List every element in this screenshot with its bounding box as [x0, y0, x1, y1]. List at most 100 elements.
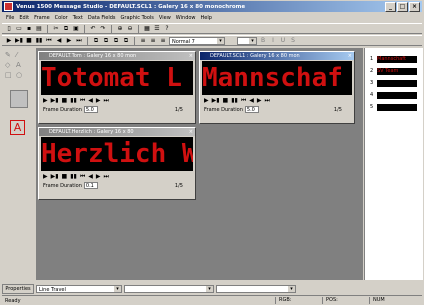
save-icon[interactable]: ▪ — [25, 25, 33, 33]
window-close-icon[interactable]: × — [189, 128, 193, 136]
play-frame-icon[interactable]: ▶▮ — [51, 173, 59, 180]
first-frame-icon[interactable]: ⏮ — [45, 37, 53, 45]
list-icon[interactable]: ☰ — [153, 25, 161, 33]
eraser-icon[interactable]: ◇ — [5, 61, 10, 69]
frame-delete-icon[interactable]: ⧉ — [112, 37, 120, 45]
menu-color[interactable]: Color — [55, 15, 68, 21]
copy-icon[interactable]: ⧉ — [62, 25, 70, 33]
menu-edit[interactable]: Edit — [19, 15, 29, 21]
redo-icon[interactable]: ↷ — [99, 25, 107, 33]
last-frame-icon[interactable]: ⏭ — [103, 97, 108, 105]
pause-icon[interactable]: ▮▮ — [35, 37, 43, 45]
menu-window[interactable]: Window — [176, 15, 196, 21]
align-right-icon[interactable]: ≡ — [159, 37, 167, 45]
strikethrough-icon[interactable]: S — [289, 37, 297, 45]
undo-icon[interactable]: ↶ — [89, 25, 97, 33]
font-tool-icon[interactable]: A — [10, 120, 25, 135]
play-icon[interactable]: ▶ — [43, 173, 48, 180]
play-icon[interactable]: ▶ — [43, 97, 48, 104]
text-tool-icon[interactable]: A — [16, 61, 21, 69]
led-display[interactable]: Herzlich W — [41, 137, 193, 171]
prev-frame-icon[interactable]: ◀ — [55, 37, 63, 45]
frame-thumbnail[interactable]: 2 SV Team — [370, 67, 418, 75]
play-frame-icon[interactable]: ▶▮ — [51, 97, 59, 104]
led-display[interactable]: Totomat L — [41, 61, 193, 95]
play-icon[interactable]: ▶ — [204, 97, 209, 104]
message-window-herzlich[interactable]: DEFAULT.Herzlich : Galery 16 x 80 × Herz… — [38, 127, 196, 200]
next-frame-icon[interactable]: ▶ — [65, 37, 73, 45]
chevron-down-icon[interactable]: ▾ — [288, 286, 295, 292]
open-folder-icon[interactable]: ▭ — [15, 25, 23, 33]
chevron-down-icon[interactable]: ▾ — [249, 37, 256, 44]
next-frame-icon[interactable]: ▶ — [96, 173, 101, 180]
transition-speed-select[interactable]: ▾ — [216, 285, 296, 293]
italic-icon[interactable]: I — [269, 37, 277, 45]
paste-icon[interactable]: ▣ — [72, 25, 80, 33]
properties-button[interactable]: Properties — [2, 284, 34, 294]
last-frame-icon[interactable]: ⏭ — [103, 173, 108, 181]
font-select[interactable]: Normal 7 ▾ — [169, 36, 225, 45]
transition-select[interactable]: Line Travel ▾ — [36, 285, 122, 293]
print-icon[interactable]: ▤ — [35, 25, 43, 33]
frame-add-icon[interactable]: ⧉ — [92, 37, 100, 45]
message-window-scl1[interactable]: DEFAULT.SCL1 : Galery 16 x 80 mon × Mann… — [199, 51, 355, 124]
stop-icon[interactable]: ■ — [25, 37, 33, 45]
last-frame-icon[interactable]: ⏭ — [264, 97, 269, 105]
pause-icon[interactable]: ▮▮ — [231, 97, 238, 104]
first-frame-icon[interactable]: ⏮ — [80, 97, 85, 105]
chevron-down-icon[interactable]: ▾ — [206, 286, 213, 292]
menu-help[interactable]: Help — [201, 15, 212, 21]
stop-icon[interactable]: ■ — [62, 97, 68, 104]
frame-duration-input[interactable]: 5.0 — [83, 106, 98, 113]
pause-icon[interactable]: ▮▮ — [70, 173, 77, 180]
last-frame-icon[interactable]: ⏭ — [75, 37, 83, 45]
menu-frame[interactable]: Frame — [34, 15, 50, 21]
transition-option-select[interactable]: ▾ — [124, 285, 214, 293]
size-select[interactable]: ▾ — [237, 36, 257, 45]
window-close-icon[interactable]: × — [348, 52, 352, 60]
frame-copy-icon[interactable]: ⧉ — [102, 37, 110, 45]
first-frame-icon[interactable]: ⏮ — [241, 97, 246, 105]
prev-frame-icon[interactable]: ◀ — [88, 97, 93, 104]
menu-data-fields[interactable]: Data Fields — [88, 15, 116, 21]
play-icon[interactable]: ▶ — [5, 37, 13, 45]
play-frame-icon[interactable]: ▶▮ — [212, 97, 220, 104]
frame-thumbnail[interactable]: 3 — [370, 79, 418, 87]
window-close-icon[interactable]: × — [189, 52, 193, 60]
line-tool-icon[interactable]: ⁄ — [16, 51, 17, 59]
menu-text[interactable]: Text — [73, 15, 83, 21]
ellipse-tool-icon[interactable]: ○ — [16, 71, 22, 79]
frame-move-icon[interactable]: ⧉ — [122, 37, 130, 45]
message-window-tom[interactable]: DEFAULT.Tom : Galery 16 x 80 mon × Totom… — [38, 51, 196, 124]
menu-view[interactable]: View — [159, 15, 171, 21]
pause-icon[interactable]: ▮▮ — [70, 97, 77, 104]
next-frame-icon[interactable]: ▶ — [96, 97, 101, 104]
grid-icon[interactable]: ▦ — [143, 25, 151, 33]
first-frame-icon[interactable]: ⏮ — [80, 173, 85, 181]
minimize-button[interactable]: _ — [385, 2, 396, 12]
frame-thumbnail[interactable]: 4 — [370, 91, 418, 99]
zoom-in-icon[interactable]: ⊕ — [116, 25, 124, 33]
frame-thumbnail[interactable]: 1 Mannschaft — [370, 55, 418, 63]
prev-frame-icon[interactable]: ◀ — [249, 97, 254, 104]
chevron-down-icon[interactable]: ▾ — [114, 286, 121, 292]
menu-file[interactable]: File — [6, 15, 14, 21]
frame-thumbnail[interactable]: 5 — [370, 103, 418, 111]
maximize-button[interactable]: □ — [397, 2, 408, 12]
zoom-out-icon[interactable]: ⊖ — [126, 25, 134, 33]
menu-graphic-tools[interactable]: Graphic Tools — [121, 15, 154, 21]
new-file-icon[interactable]: ▯ — [5, 25, 13, 33]
play-frame-icon[interactable]: ▶▮ — [15, 37, 23, 45]
led-display[interactable]: Mannschaf — [202, 61, 352, 95]
chevron-down-icon[interactable]: ▾ — [217, 37, 224, 44]
next-frame-icon[interactable]: ▶ — [257, 97, 262, 104]
align-center-icon[interactable]: ≡ — [149, 37, 157, 45]
pencil-icon[interactable]: ✎ — [5, 51, 11, 59]
align-left-icon[interactable]: ≡ — [139, 37, 147, 45]
prev-frame-icon[interactable]: ◀ — [88, 173, 93, 180]
color-preview[interactable] — [10, 90, 28, 108]
rectangle-tool-icon[interactable]: □ — [5, 71, 12, 79]
frame-duration-input[interactable]: 0.1 — [83, 182, 98, 189]
stop-icon[interactable]: ■ — [223, 97, 229, 104]
help-icon[interactable]: ? — [163, 25, 171, 33]
